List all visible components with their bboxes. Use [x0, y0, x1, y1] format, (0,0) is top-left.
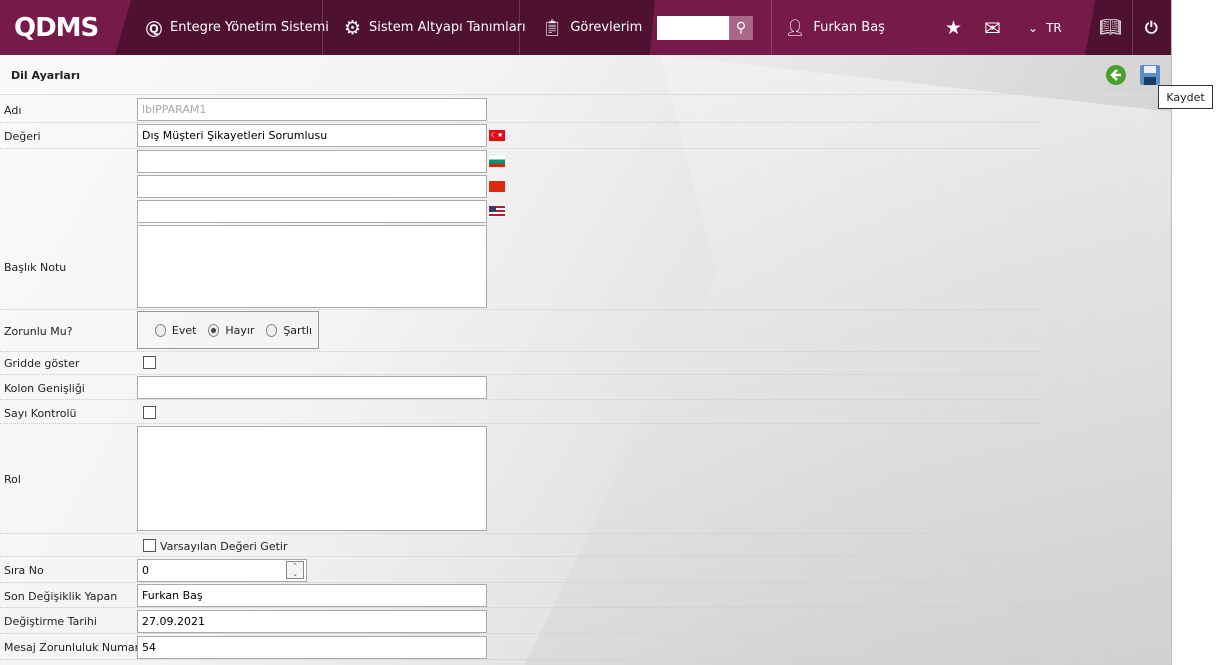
kolon-genisligi-input[interactable] [137, 376, 487, 399]
radio-evet[interactable] [155, 323, 166, 337]
user-name: Furkan Baş [813, 20, 885, 35]
chevron-down-icon[interactable]: ⌄ [287, 570, 303, 578]
sayi-kontrolu-checkbox[interactable] [143, 406, 156, 419]
degeri-label: Değeri [4, 130, 41, 143]
sira-no-input[interactable] [137, 559, 307, 582]
baslik-notu-textarea[interactable] [137, 225, 487, 308]
china-flag-icon [489, 181, 505, 192]
mail-icon[interactable]: ✉ [984, 0, 1001, 55]
top-navbar: QDMS Ⓠ Entegre Yönetim Sistemi ⚙ Sistem Al… [0, 0, 1171, 55]
nav-label: Entegre Yönetim Sistemi [170, 20, 329, 35]
nav-label: Görevlerim [570, 20, 643, 35]
son-degisiklik-input[interactable] [137, 584, 487, 607]
radio-label: Hayır [225, 323, 255, 337]
radio-label: Evet [171, 323, 197, 337]
app-window: QDMS Ⓠ Entegre Yönetim Sistemi ⚙ Sistem Al… [0, 0, 1172, 665]
radio-sartli[interactable] [266, 323, 278, 337]
radio-hayir[interactable] [208, 323, 220, 337]
varsayilan-degeri-label: Varsayılan Değeri Getir [160, 540, 288, 553]
adi-label: Adı [4, 104, 22, 117]
mesaj-zorunluluk-label: Mesaj Zorunluluk Numarası [4, 641, 155, 654]
qdms-logo[interactable]: QDMS [14, 0, 99, 55]
degeri-tr-input[interactable] [137, 124, 487, 147]
back-arrow-icon[interactable] [1105, 64, 1127, 86]
star-icon[interactable]: ★ [945, 0, 962, 55]
gear-icon: ⚙ [344, 16, 362, 39]
nav-gorevlerim[interactable]: 📋︎ Görevlerim [542, 0, 642, 55]
degistirme-tarihi-input[interactable] [137, 610, 487, 633]
sira-no-label: Sıra No [4, 564, 44, 577]
kolon-genisligi-label: Kolon Genişliği [4, 382, 85, 395]
sira-no-stepper[interactable]: ⌃ ⌄ [286, 561, 304, 579]
power-icon[interactable]: ⏻ [1145, 0, 1158, 55]
gridde-goster-label: Gridde göster [4, 357, 80, 370]
zorunlu-radio-group: Evet Hayır Şartlı [137, 311, 319, 349]
turkey-flag-icon: ☾★ [489, 130, 505, 141]
q-icon: Ⓠ [146, 19, 163, 39]
user-icon: 👤︎ [785, 18, 806, 37]
degeri-cn-input[interactable] [137, 175, 487, 198]
user-menu[interactable]: 👤︎ Furkan Baş [785, 0, 885, 55]
baslik-notu-label: Başlık Notu [4, 261, 67, 274]
radio-label: Şartlı [283, 323, 312, 337]
search-icon[interactable]: ⚲ [729, 16, 753, 40]
mesaj-zorunluluk-input[interactable] [137, 636, 487, 659]
search-box: ⚲ [657, 16, 753, 40]
save-tooltip: Kaydet [1158, 85, 1213, 109]
varsayilan-degeri-checkbox[interactable] [143, 539, 156, 552]
save-disk-icon[interactable] [1139, 64, 1161, 86]
page-title: Dil Ayarları [11, 69, 81, 82]
nav-sistem-altyapi[interactable]: ⚙ Sistem Altyapı Tanımları [344, 0, 526, 55]
book-help-icon[interactable]: 📖︎ [1099, 0, 1122, 55]
language-label: TR [1046, 20, 1062, 35]
bulgaria-flag-icon [489, 156, 505, 167]
zorunlu-label: Zorunlu Mu? [4, 325, 73, 338]
degeri-us-input[interactable] [137, 200, 487, 223]
language-selector[interactable]: ⌄ TR [1028, 0, 1062, 55]
nav-entegre-yonetim[interactable]: Ⓠ Entegre Yönetim Sistemi [146, 0, 329, 55]
search-input[interactable] [657, 16, 729, 40]
degeri-bg-input[interactable] [137, 150, 487, 173]
gridde-goster-checkbox[interactable] [143, 356, 156, 369]
nav-label: Sistem Altyapı Tanımları [369, 20, 526, 35]
adi-input[interactable] [137, 98, 487, 121]
rol-textarea[interactable] [137, 426, 487, 531]
degistirme-tarihi-label: Değiştirme Tarihi [4, 615, 97, 628]
usa-flag-icon [489, 206, 505, 217]
sayi-kontrolu-label: Sayı Kontrolü [4, 407, 77, 420]
chevron-down-icon: ⌄ [1028, 20, 1039, 35]
rol-label: Rol [4, 473, 21, 486]
son-degisiklik-label: Son Değişiklik Yapan [4, 590, 118, 603]
clipboard-icon: 📋︎ [542, 18, 563, 37]
chevron-up-icon[interactable]: ⌃ [287, 562, 303, 570]
